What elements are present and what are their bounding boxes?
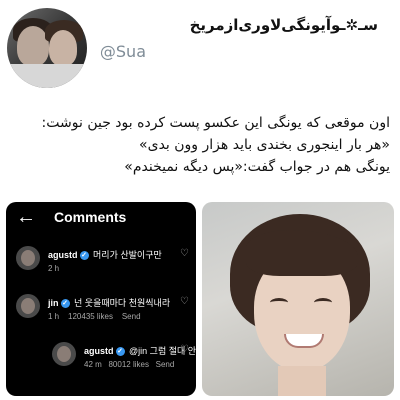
comment-username: jin — [48, 298, 59, 308]
comment-body: jin ✓ 넌 웃을때마다 천원씩내라 — [48, 296, 170, 309]
profile-avatar[interactable] — [7, 8, 87, 88]
tweet-line: اون موقعی که یونگی این عکسو پست کرده بود… — [41, 115, 390, 131]
user-handle[interactable]: @Sua — [100, 42, 146, 61]
comment-body: agustd ✓ 머리가 산발이구만 — [48, 248, 162, 261]
comment-avatar — [52, 342, 76, 366]
selfie-photo[interactable] — [202, 202, 394, 396]
tweet-line: «هر بار اینجوری بخندی باید هزار وون بدی» — [139, 137, 390, 153]
heart-icon: ♡ — [180, 344, 189, 355]
comment-username: agustd — [84, 346, 114, 356]
comment-text: 머리가 산발이구만 — [93, 250, 162, 260]
send-link: Send — [121, 312, 141, 321]
send-link: Send — [155, 360, 175, 369]
comment-likes: 120435 likes — [68, 312, 113, 321]
verified-badge-icon: ✓ — [115, 347, 125, 357]
comment-avatar — [16, 246, 40, 270]
comment-time: 2 h — [48, 264, 60, 273]
verified-badge-icon: ✓ — [60, 299, 70, 309]
verified-badge-icon: ✓ — [79, 251, 89, 261]
comment-meta: 1 h 120435 likes Send — [48, 312, 141, 321]
display-name[interactable]: سـ✲ـوآیونگی‌لاوری‌ازمریخ — [190, 16, 378, 34]
comments-screenshot-image[interactable]: ← Comments agustd ✓ 머리가 산발이구만 2 h ♡ jin ✓ … — [6, 202, 196, 396]
comment-time: 42 m — [84, 360, 102, 369]
comment-likes: 80012 likes — [108, 360, 149, 369]
tweet-text: اون موقعی که یونگی این عکسو پست کرده بود… — [10, 112, 390, 178]
heart-icon: ♡ — [180, 296, 189, 307]
comments-title: Comments — [54, 209, 127, 225]
comment-text: 넌 웃을때마다 천원씩내라 — [74, 298, 171, 308]
comment-username: agustd — [48, 250, 78, 260]
tweet-line: یونگی هم در جواب گفت:«پس دیگه نمیخندم» — [124, 159, 390, 175]
arrow-left-icon: ← — [16, 206, 36, 228]
comment-time: 1 h — [48, 312, 60, 321]
heart-icon: ♡ — [180, 248, 189, 259]
comment-meta: 42 m 80012 likes Send — [84, 360, 174, 369]
comment-avatar — [16, 294, 40, 318]
